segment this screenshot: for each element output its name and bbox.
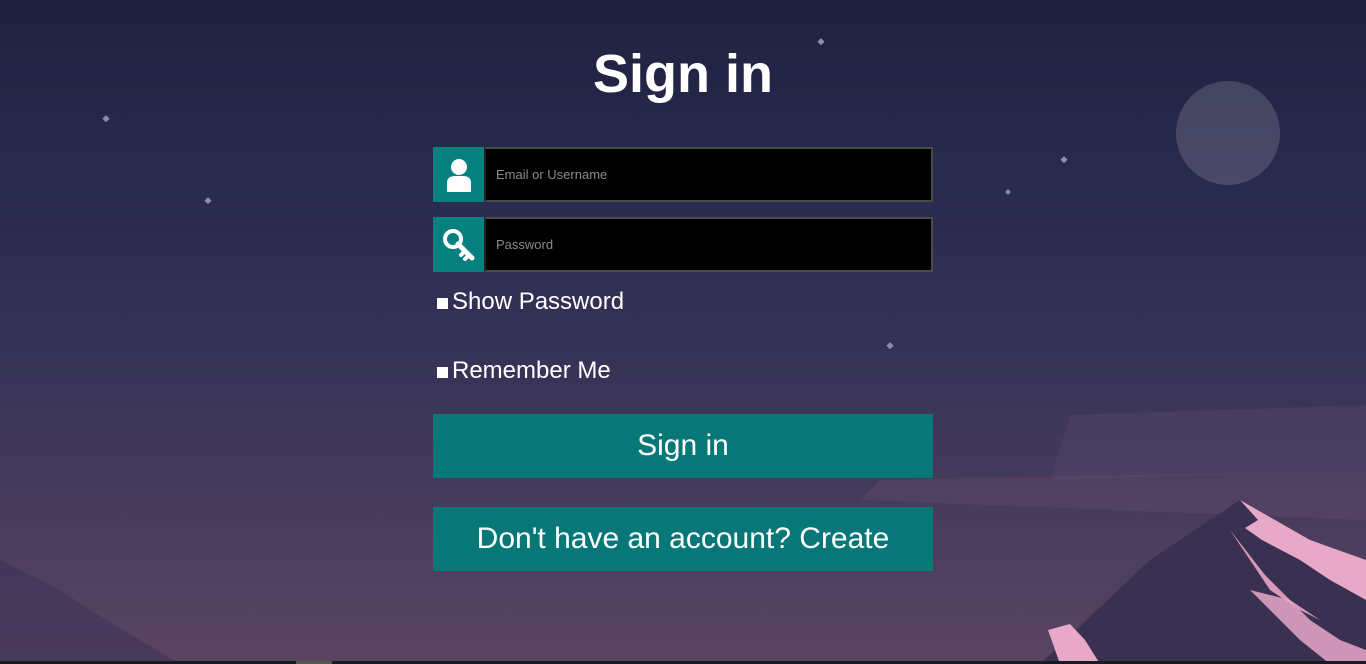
login-page: Sign in Show Password Remember Me Sign <box>0 0 1366 664</box>
sign-in-button[interactable]: Sign in <box>433 414 933 478</box>
mountain <box>1040 500 1366 664</box>
remember-me-checkbox[interactable] <box>437 367 448 378</box>
page-title: Sign in <box>593 44 773 104</box>
show-password-checkbox[interactable] <box>437 298 448 309</box>
create-account-button[interactable]: Don't have an account? Create <box>433 507 933 571</box>
show-password-label: Show Password <box>452 288 625 315</box>
password-input[interactable] <box>484 217 933 272</box>
remember-me-toggle[interactable]: Remember Me <box>437 357 611 385</box>
username-field-group <box>433 147 933 202</box>
show-password-toggle[interactable]: Show Password <box>437 288 624 316</box>
password-field-group <box>433 217 933 272</box>
username-input[interactable] <box>484 147 933 202</box>
user-icon <box>433 147 484 202</box>
key-icon <box>433 217 484 272</box>
remember-me-label: Remember Me <box>452 357 611 384</box>
